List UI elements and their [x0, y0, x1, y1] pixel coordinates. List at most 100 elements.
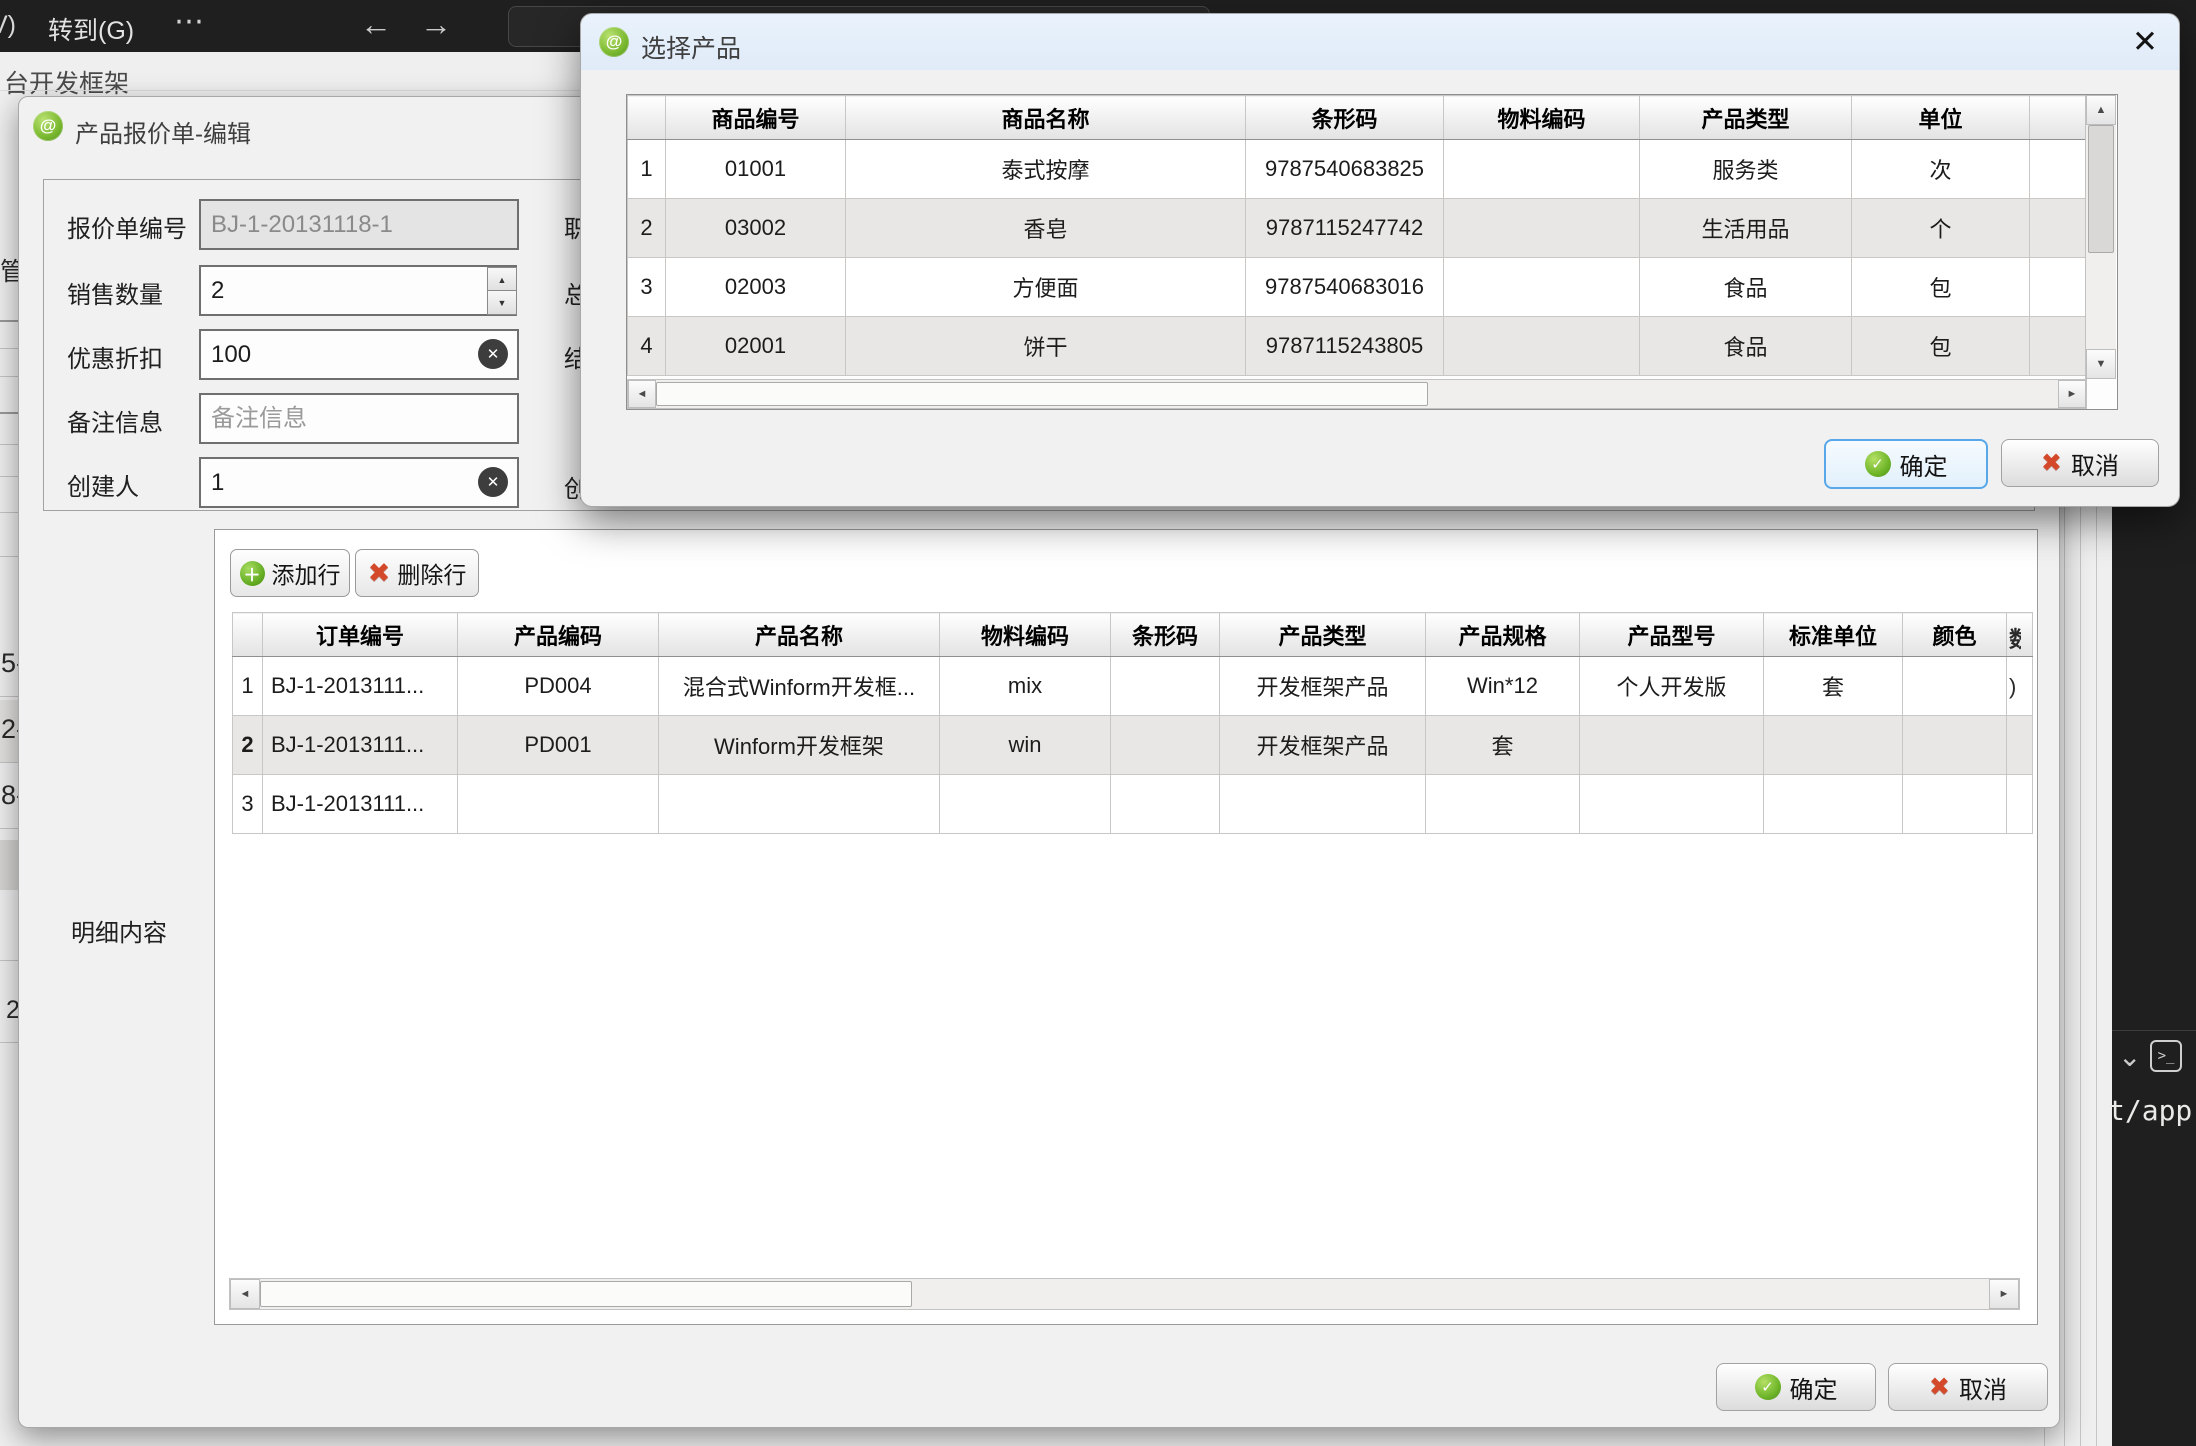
cell[interactable]: 9787115243805 [1246, 317, 1444, 376]
cell[interactable]: 03002 [666, 199, 846, 258]
cell[interactable]: 01001 [666, 140, 846, 199]
cell[interactable]: 9787540683016 [1246, 258, 1444, 317]
scroll-left-icon[interactable]: ◄ [628, 380, 656, 408]
table-row[interactable]: 203002香皂9787115247742生活用品个 [628, 199, 2086, 258]
cell[interactable] [1903, 775, 2007, 834]
chevron-down-icon[interactable]: ⌄ [2118, 1040, 2141, 1073]
cell[interactable]: 开发框架产品 [1220, 716, 1426, 775]
column-header[interactable]: 单位 [1852, 96, 2030, 140]
cell[interactable]: 开发框架产品 [1220, 657, 1426, 716]
row-number-cell[interactable]: 2 [628, 199, 666, 258]
cell[interactable]: win [940, 716, 1111, 775]
row-number-header[interactable] [628, 96, 666, 140]
cell[interactable]: BJ-1-2013111... [263, 775, 458, 834]
horizontal-scrollbar[interactable]: ◄ ► [627, 379, 2087, 409]
scroll-down-icon[interactable]: ▼ [2086, 349, 2116, 379]
table-row[interactable]: 1BJ-1-2013111...PD004混合式Winform开发框...mix… [233, 657, 2033, 716]
cell[interactable] [1764, 716, 1903, 775]
row-number-cell[interactable]: 1 [233, 657, 263, 716]
cancel-button[interactable]: ✖ 取消 [2001, 439, 2159, 487]
cell[interactable] [2030, 199, 2086, 258]
scroll-up-icon[interactable]: ▲ [2086, 95, 2116, 125]
cell[interactable]: 套 [1764, 657, 1903, 716]
row-number-cell[interactable]: 2 [233, 716, 263, 775]
cell[interactable]: 9787115247742 [1246, 199, 1444, 258]
cell[interactable] [1111, 775, 1220, 834]
cell[interactable]: BJ-1-2013111... [263, 716, 458, 775]
spinner-down-icon[interactable]: ▼ [487, 290, 517, 315]
cell[interactable]: 方便面 [846, 258, 1246, 317]
column-header[interactable]: 物料编码 [1444, 96, 1640, 140]
column-header[interactable]: 条形码 [1246, 96, 1444, 140]
cell[interactable]: 包 [1852, 317, 2030, 376]
cell[interactable]: Win*12 [1426, 657, 1580, 716]
cell[interactable] [2030, 140, 2086, 199]
scrollbar-thumb[interactable] [260, 1281, 912, 1307]
cell[interactable] [2007, 775, 2033, 834]
cell[interactable] [659, 775, 940, 834]
cell[interactable]: 混合式Winform开发框... [659, 657, 940, 716]
scroll-right-icon[interactable]: ► [2058, 380, 2086, 408]
column-header[interactable]: 商品编号 [666, 96, 846, 140]
forward-arrow-icon[interactable]: → [420, 6, 452, 43]
delete-row-button[interactable]: ✖ 删除行 [355, 549, 479, 597]
qty-field[interactable] [199, 265, 517, 316]
discount-field[interactable] [199, 329, 519, 380]
table-row[interactable]: 2BJ-1-2013111...PD001Winform开发框架win开发框架产… [233, 716, 2033, 775]
cell[interactable]: 食品 [1640, 317, 1852, 376]
cell[interactable] [1580, 716, 1764, 775]
column-header[interactable]: 产品规格 [1426, 613, 1580, 657]
scrollbar-thumb[interactable] [656, 382, 1428, 406]
cell[interactable] [1111, 716, 1220, 775]
cell[interactable]: 套 [1426, 716, 1580, 775]
cell[interactable] [2007, 716, 2033, 775]
row-number-header[interactable] [233, 613, 263, 657]
cell[interactable] [1764, 775, 1903, 834]
row-number-cell[interactable]: 3 [233, 775, 263, 834]
cell[interactable] [1903, 657, 2007, 716]
spinner-up-icon[interactable]: ▲ [487, 267, 517, 292]
table-row[interactable]: 3BJ-1-2013111... [233, 775, 2033, 834]
cell[interactable]: BJ-1-2013111... [263, 657, 458, 716]
cell[interactable] [1444, 199, 1640, 258]
scroll-left-icon[interactable]: ◄ [230, 1279, 260, 1309]
column-header[interactable]: 颜色 [1903, 613, 2007, 657]
column-header[interactable]: 条形码 [1111, 613, 1220, 657]
cell[interactable]: 服务类 [1640, 140, 1852, 199]
cell[interactable]: 02001 [666, 317, 846, 376]
cell[interactable] [940, 775, 1111, 834]
remark-field[interactable] [199, 393, 519, 444]
ok-button[interactable]: ✓ 确定 [1824, 439, 1988, 489]
cell[interactable] [1444, 317, 1640, 376]
scrollbar-thumb[interactable] [2088, 125, 2114, 253]
scroll-right-icon[interactable]: ► [1989, 1279, 2019, 1309]
column-header[interactable]: 订单编号 [263, 613, 458, 657]
cell[interactable]: 生活用品 [1640, 199, 1852, 258]
column-header[interactable]: 标准单位 [1764, 613, 1903, 657]
terminal-icon[interactable]: >_ [2150, 1040, 2182, 1072]
cell[interactable]: 9787540683825 [1246, 140, 1444, 199]
cell[interactable] [458, 775, 659, 834]
column-header[interactable]: 物料编码 [940, 613, 1111, 657]
more-menu-icon[interactable]: ⋯ [174, 4, 204, 39]
menu-item-goto[interactable]: 转到(G) [48, 11, 134, 47]
clear-icon[interactable]: ✕ [478, 467, 508, 497]
cancel-button[interactable]: ✖ 取消 [1888, 1363, 2048, 1411]
close-icon[interactable]: ✕ [2123, 22, 2167, 62]
vertical-scrollbar[interactable]: ▲ ▼ [2085, 95, 2116, 379]
row-number-cell[interactable]: 4 [628, 317, 666, 376]
cell[interactable] [1444, 258, 1640, 317]
add-row-button[interactable]: ＋ 添加行 [230, 549, 350, 597]
clear-icon[interactable]: ✕ [478, 339, 508, 369]
column-header[interactable]: 产品名称 [659, 613, 940, 657]
row-number-cell[interactable]: 3 [628, 258, 666, 317]
column-header[interactable]: 商品名称 [846, 96, 1246, 140]
cell[interactable]: 个 [1852, 199, 2030, 258]
cell[interactable]: 泰式按摩 [846, 140, 1246, 199]
detail-grid[interactable]: 订单编号产品编码产品名称物料编码条形码产品类型产品规格产品型号标准单位颜色1BJ… [232, 612, 2033, 834]
cell[interactable] [1903, 716, 2007, 775]
table-row[interactable]: 101001泰式按摩9787540683825服务类次 [628, 140, 2086, 199]
product-grid[interactable]: 商品编号商品名称条形码物料编码产品类型单位101001泰式按摩978754068… [627, 95, 2086, 376]
cell[interactable]: Winform开发框架 [659, 716, 940, 775]
table-row[interactable]: 402001饼干9787115243805食品包 [628, 317, 2086, 376]
